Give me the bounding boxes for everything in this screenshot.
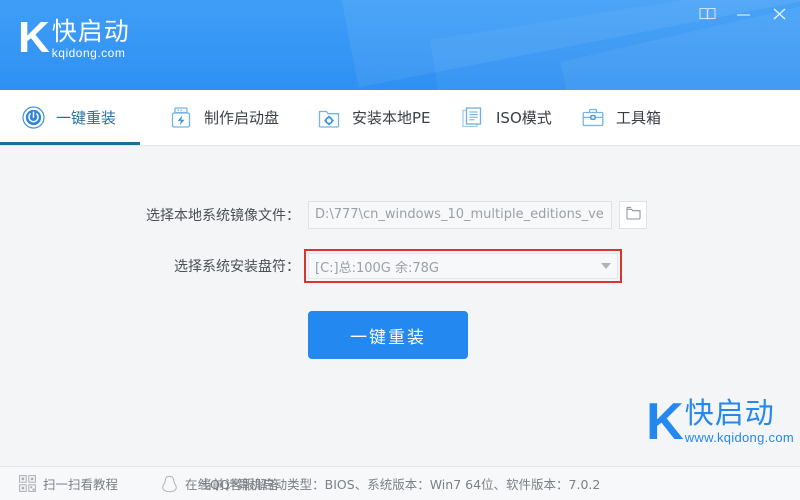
tab-one-key-reinstall[interactable]: 一键重装 (20, 90, 116, 146)
close-icon[interactable] (768, 4, 790, 24)
status-bar: 扫一扫看教程 在线QQ客服解答 当前计算机启动类型：BIOS、系统版本：Win7… (0, 466, 800, 500)
tab-label: 一键重装 (56, 109, 117, 127)
tab-install-local-pe[interactable]: 安装本地PE (316, 90, 431, 146)
install-drive-value: [C:]总:100G 余:78G (315, 260, 439, 276)
app-window: K 快启动 kqidong.com 一键重装 制作启动盘 安装本地PE ISO模… (0, 0, 800, 500)
watermark-url: www.kqidong.com (684, 430, 794, 445)
watermark-text: 快启动 www.kqidong.com (684, 396, 794, 446)
document-icon (460, 105, 486, 131)
window-controls (696, 4, 790, 24)
active-tab-underline (0, 142, 140, 145)
title-bar: K 快启动 kqidong.com (0, 0, 800, 90)
logo-mark: K (18, 13, 50, 62)
install-drive-label: 选择系统安装盘符： (174, 259, 300, 275)
tab-make-boot-disk[interactable]: 制作启动盘 (168, 90, 279, 146)
main-content: 选择本地系统镜像文件： D:\777\cn_windows_10_multipl… (0, 146, 800, 466)
watermark-name: 快启动 (684, 396, 775, 430)
image-file-input[interactable]: D:\777\cn_windows_10_multiple_editions_v… (308, 201, 612, 229)
power-icon (20, 105, 46, 131)
tab-label: ISO模式 (496, 109, 552, 127)
tab-toolbox[interactable]: 工具箱 (580, 90, 661, 146)
app-logo: K 快启动 kqidong.com (18, 13, 130, 62)
usb-drive-icon (168, 105, 194, 131)
tab-iso-mode[interactable]: ISO模式 (460, 90, 552, 146)
tab-label: 制作启动盘 (204, 109, 280, 127)
manual-icon[interactable] (696, 4, 718, 24)
tab-label: 工具箱 (616, 109, 662, 127)
folder-gear-icon (316, 105, 342, 131)
watermark-logo: K 快启动 www.kqidong.com (646, 393, 794, 451)
image-file-row: 选择本地系统镜像文件： D:\777\cn_windows_10_multipl… (0, 201, 660, 229)
logo-url: kqidong.com (51, 46, 126, 60)
logo-text: 快启动 kqidong.com (52, 18, 130, 60)
tab-bar: 一键重装 制作启动盘 安装本地PE ISO模式 工具箱 (0, 90, 800, 146)
logo-name: 快启动 (51, 17, 130, 46)
minimize-icon[interactable] (732, 4, 754, 24)
browse-button[interactable] (619, 201, 647, 229)
install-drive-highlight: [C:]总:100G 余:78G (304, 249, 622, 283)
system-info-text: 当前计算机启动类型：BIOS、系统版本：Win7 64位、软件版本：7.0.2 (199, 477, 601, 492)
watermark-mark: K (646, 393, 684, 451)
folder-icon (625, 206, 641, 225)
toolbox-icon (580, 105, 606, 131)
image-file-label: 选择本地系统镜像文件： (146, 208, 300, 224)
one-key-reinstall-button[interactable]: 一键重装 (308, 311, 468, 359)
install-drive-row: 选择系统安装盘符： [C:]总:100G 余:78G (0, 249, 660, 283)
tab-label: 安装本地PE (352, 109, 431, 127)
install-drive-select[interactable]: [C:]总:100G 余:78G (308, 253, 618, 279)
chevron-down-icon (601, 263, 611, 269)
